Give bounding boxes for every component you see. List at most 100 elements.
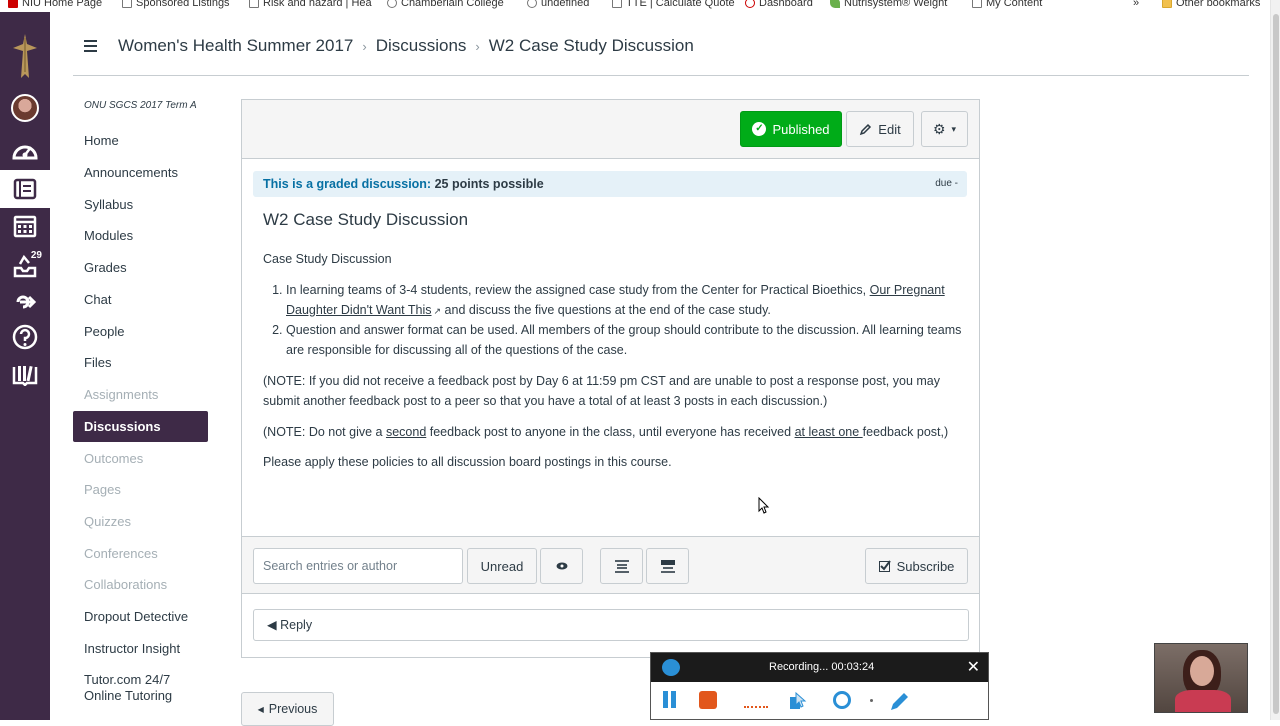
bookmark-tte[interactable]: TTE | Calculate Quote xyxy=(612,0,735,9)
separator-dot xyxy=(870,699,873,702)
subscribe-button[interactable]: Subscribe xyxy=(865,548,968,584)
points-possible: 25 points possible xyxy=(434,177,544,191)
breadcrumb-separator: › xyxy=(475,38,480,54)
course-nav-people[interactable]: People xyxy=(73,316,208,347)
course-nav-files[interactable]: Files xyxy=(73,347,208,378)
edit-button[interactable]: Edit xyxy=(846,111,914,147)
term-label: ONU SGCS 2017 Term A xyxy=(84,100,197,111)
mark-all-read-button[interactable] xyxy=(540,548,583,584)
nav-courses[interactable] xyxy=(0,170,50,208)
hamburger-icon xyxy=(84,40,97,42)
course-nav-pages[interactable]: Pages xyxy=(73,474,208,505)
recorder-toolbar xyxy=(651,682,988,720)
global-nav: 29 xyxy=(0,12,50,720)
course-nav-conferences[interactable]: Conferences xyxy=(73,538,208,569)
pencil-icon xyxy=(860,123,872,135)
previous-button[interactable]: ◀ Previous xyxy=(241,692,334,726)
bookmarks-bar: NIU Home Page Sponsored Listings Risk an… xyxy=(0,0,1270,12)
course-nav-quizzes[interactable]: Quizzes xyxy=(73,506,208,537)
course-nav-instructor-insight[interactable]: Instructor Insight xyxy=(73,633,208,664)
breadcrumb-discussions[interactable]: Discussions xyxy=(376,36,467,56)
checkbox-icon xyxy=(878,560,891,572)
note-second-feedback: (NOTE: Do not give a second feedback pos… xyxy=(263,424,949,439)
published-button[interactable]: ✓ Published xyxy=(740,111,842,147)
bookmark-my-content[interactable]: My Content xyxy=(972,0,1042,9)
breadcrumb-course[interactable]: Women's Health Summer 2017 xyxy=(118,36,353,56)
courses-icon xyxy=(13,178,37,200)
webcam-preview xyxy=(1154,643,1248,713)
settings-menu-button[interactable]: ⚙ ▾ xyxy=(921,111,968,147)
stop-icon[interactable] xyxy=(699,691,717,709)
collapse-icon xyxy=(660,560,675,573)
page-icon xyxy=(249,0,259,8)
course-nav-outcomes[interactable]: Outcomes xyxy=(73,443,208,474)
screen-recorder-widget: Recording... 00:03:24 ✕ xyxy=(650,652,989,720)
recorder-titlebar: Recording... 00:03:24 ✕ xyxy=(651,653,988,682)
avatar xyxy=(11,94,39,122)
bookmark-niu-home[interactable]: NIU Home Page xyxy=(8,0,102,9)
expand-icon xyxy=(614,560,629,573)
nav-help[interactable] xyxy=(0,319,50,355)
scrollbar-thumb[interactable] xyxy=(1273,14,1279,714)
nav-commons[interactable] xyxy=(0,284,50,320)
pen-icon[interactable] xyxy=(888,691,908,711)
course-nav-chat[interactable]: Chat xyxy=(73,284,208,315)
course-nav-home[interactable]: Home xyxy=(73,125,208,156)
nav-calendar[interactable] xyxy=(0,208,50,244)
discussion-body: Case Study Discussion In learning teams … xyxy=(263,250,963,484)
note-feedback-deadline: (NOTE: If you did not receive a feedback… xyxy=(263,373,940,408)
course-nav-tutor-line2: Online Tutoring xyxy=(84,688,173,703)
help-icon xyxy=(12,324,38,350)
course-nav-dropout-detective[interactable]: Dropout Detective xyxy=(73,601,208,632)
reply-button[interactable]: ◀ Reply xyxy=(253,609,969,641)
page-header: Women's Health Summer 2017 › Discussions… xyxy=(73,26,1249,76)
pause-icon[interactable] xyxy=(663,691,683,711)
course-nav-announcements[interactable]: Announcements xyxy=(73,157,208,188)
course-nav-collaborations[interactable]: Collaborations xyxy=(73,569,208,600)
course-nav-syllabus[interactable]: Syllabus xyxy=(73,189,208,220)
nav-inbox[interactable]: 29 xyxy=(0,248,50,284)
other-bookmarks[interactable]: Other bookmarks xyxy=(1162,0,1260,9)
course-nav-tutor[interactable]: Tutor.com 24/7 Online Tutoring xyxy=(73,672,208,706)
eye-icon xyxy=(745,0,755,8)
bookmarks-overflow-button[interactable]: » xyxy=(1133,0,1139,9)
page-scrollbar[interactable] xyxy=(1270,0,1280,720)
spiral-icon xyxy=(527,0,537,8)
page-icon xyxy=(122,0,132,8)
nav-logo[interactable] xyxy=(0,34,50,78)
graded-label: This is a graded discussion: xyxy=(263,177,432,191)
course-nav-grades[interactable]: Grades xyxy=(73,252,208,283)
search-entries-input[interactable] xyxy=(253,548,463,584)
expand-threads-button[interactable] xyxy=(600,548,643,584)
draw-line-icon[interactable] xyxy=(744,706,768,708)
eye-icon xyxy=(556,562,567,570)
discussion-panel: ✓ Published Edit ⚙ ▾ This is a graded di… xyxy=(241,99,980,658)
nav-dashboard[interactable] xyxy=(0,132,50,168)
recording-status: Recording... 00:03:24 xyxy=(769,661,875,673)
cursor-tool-icon[interactable] xyxy=(788,691,808,711)
bookmark-dashboard[interactable]: Dashboard xyxy=(745,0,813,9)
unread-filter-button[interactable]: Unread xyxy=(467,548,537,584)
webcam-toggle-icon[interactable] xyxy=(833,691,851,709)
bookmark-sponsored[interactable]: Sponsored Listings xyxy=(122,0,230,9)
bookmark-undefined[interactable]: undefined xyxy=(527,0,589,9)
closing-policy: Please apply these policies to all discu… xyxy=(263,455,672,470)
bookmark-nutrisystem[interactable]: Nutrisystem® Weight xyxy=(830,0,947,9)
course-nav-assignments[interactable]: Assignments xyxy=(73,379,208,410)
course-nav-discussions[interactable]: Discussions xyxy=(73,411,208,442)
collapse-threads-button[interactable] xyxy=(646,548,689,584)
course-nav-modules[interactable]: Modules xyxy=(73,220,208,251)
course-menu-toggle[interactable] xyxy=(84,40,97,55)
bookmark-risk-hazard[interactable]: Risk and hazard | Hea xyxy=(249,0,372,9)
chevron-down-icon: ▾ xyxy=(951,123,957,134)
bookmark-chamberlain[interactable]: Chamberlain College xyxy=(387,0,504,9)
folder-icon xyxy=(1162,0,1172,8)
close-icon[interactable]: ✕ xyxy=(967,653,980,682)
leaf-icon xyxy=(830,0,840,8)
external-link-icon: ↗ xyxy=(433,305,442,316)
breadcrumb-separator: › xyxy=(362,38,367,54)
discussion-toolbar: ✓ Published Edit ⚙ ▾ xyxy=(242,100,979,159)
nav-library[interactable] xyxy=(0,357,50,393)
inbox-unread-badge: 29 xyxy=(30,250,42,261)
nav-account[interactable] xyxy=(0,90,50,126)
